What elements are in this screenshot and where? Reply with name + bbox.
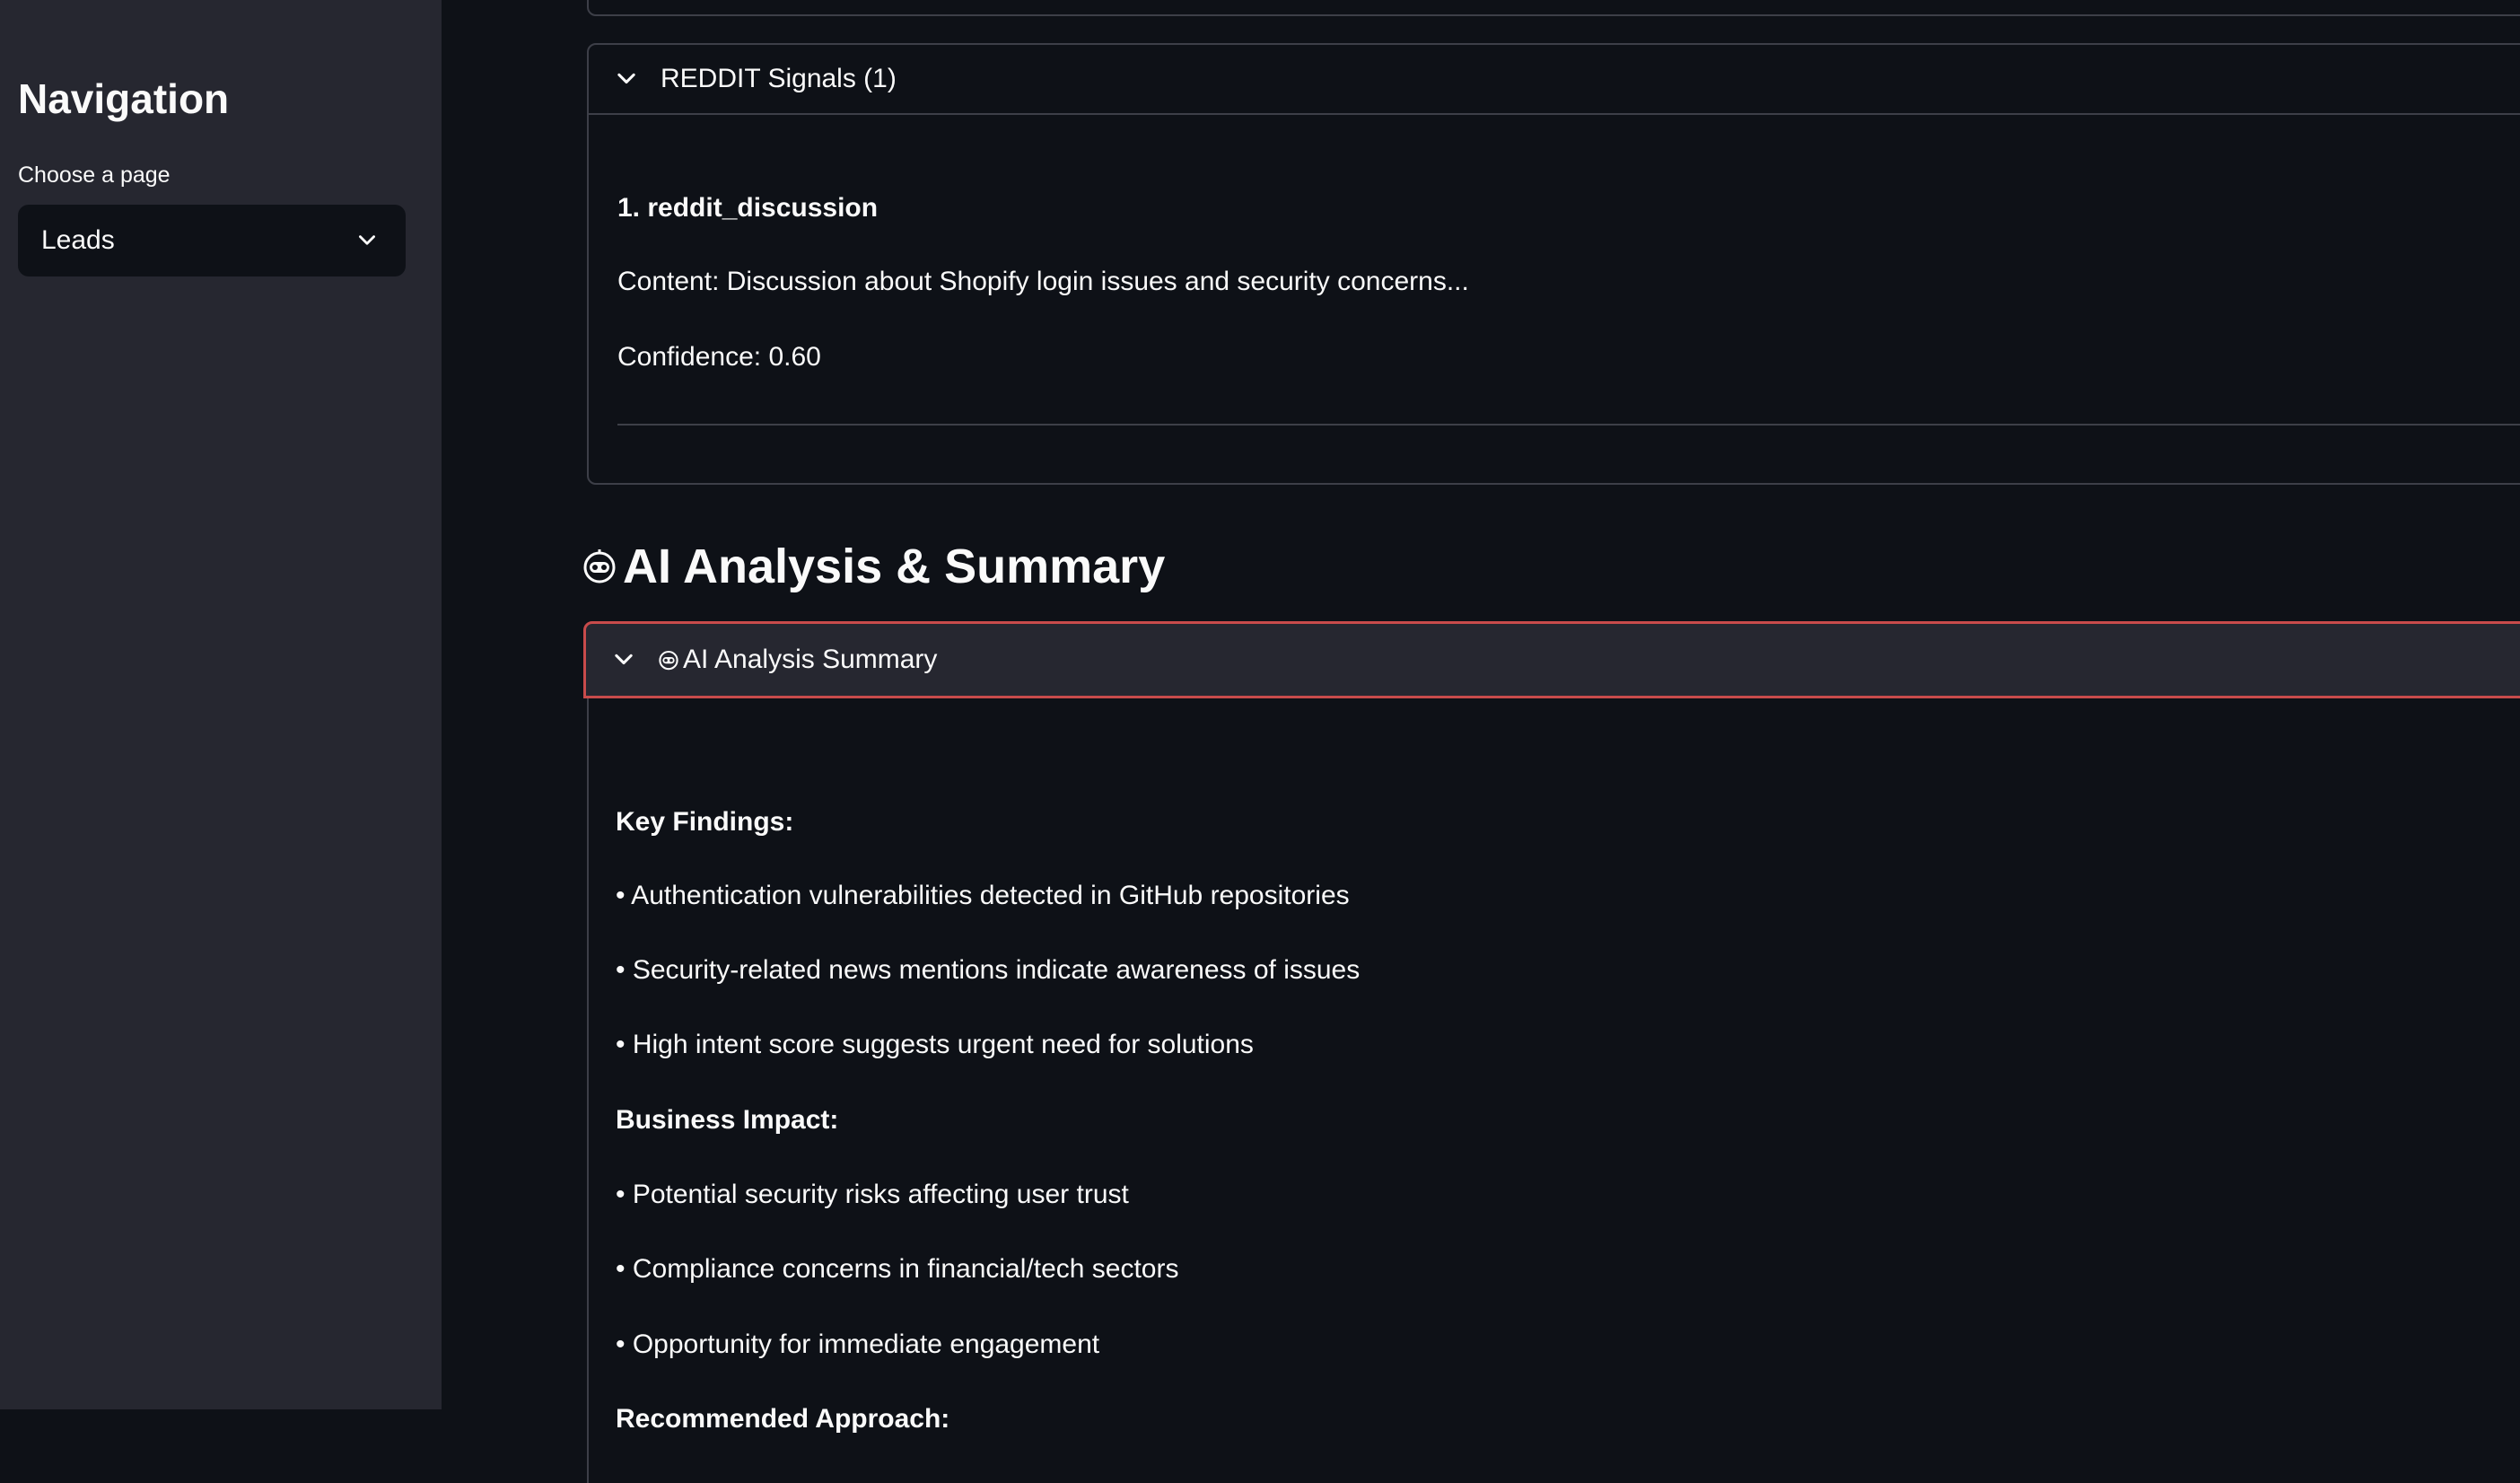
ai-analysis-heading-text: AI Analysis & Summary xyxy=(623,540,1166,593)
key-findings-heading: Key Findings: xyxy=(616,807,794,837)
previous-expander xyxy=(587,0,2520,16)
recommended-approach-heading: Recommended Approach: xyxy=(616,1404,950,1434)
ai-analysis-heading: AI Analysis & Summary xyxy=(582,535,1165,598)
chevron-down-icon xyxy=(359,235,375,245)
sidebar-title: Navigation xyxy=(18,75,230,122)
signal-confidence: Confidence: 0.60 xyxy=(617,342,821,372)
list-item: • Potential security risks affecting use… xyxy=(616,1180,1129,1209)
page-select[interactable]: Leads xyxy=(18,205,406,276)
chevron-down-icon xyxy=(615,654,633,665)
divider xyxy=(617,424,2520,426)
chevron-down-icon xyxy=(617,73,635,84)
sidebar: Navigation Choose a page Leads xyxy=(0,0,442,1409)
reddit-signals-body: 1. reddit_discussion Content: Discussion… xyxy=(589,115,2520,483)
signal-title: 1. reddit_discussion xyxy=(617,193,879,223)
list-item: • High intent score suggests urgent need… xyxy=(616,1030,1254,1059)
reddit-signals-expander: REDDIT Signals (1) 1. reddit_discussion … xyxy=(587,43,2520,485)
signal-content: Content: Discussion about Shopify login … xyxy=(617,267,1469,296)
robot-icon xyxy=(659,650,678,671)
list-item: • Opportunity for immediate engagement xyxy=(616,1329,1100,1359)
main-content: REDDIT Signals (1) 1. reddit_discussion … xyxy=(442,0,2520,1483)
expander-border xyxy=(587,698,589,1483)
list-item: • Authentication vulnerabilities detecte… xyxy=(616,881,1350,910)
business-impact-heading: Business Impact: xyxy=(616,1105,839,1135)
ai-analysis-expander-header[interactable]: AI Analysis Summary xyxy=(583,621,2520,698)
page-select-label: Choose a page xyxy=(18,162,171,188)
reddit-signals-title: REDDIT Signals (1) xyxy=(661,64,897,93)
robot-icon xyxy=(583,549,616,584)
ai-analysis-expander-title: AI Analysis Summary xyxy=(683,645,938,674)
ai-analysis-expander: AI Analysis Summary Key Findings: • Auth… xyxy=(583,621,2520,1483)
page-select-value: Leads xyxy=(41,225,115,255)
list-item: • Compliance concerns in financial/tech … xyxy=(616,1254,1179,1284)
reddit-signals-expander-header[interactable]: REDDIT Signals (1) xyxy=(589,45,2520,115)
list-item: • Security-related news mentions indicat… xyxy=(616,955,1361,985)
